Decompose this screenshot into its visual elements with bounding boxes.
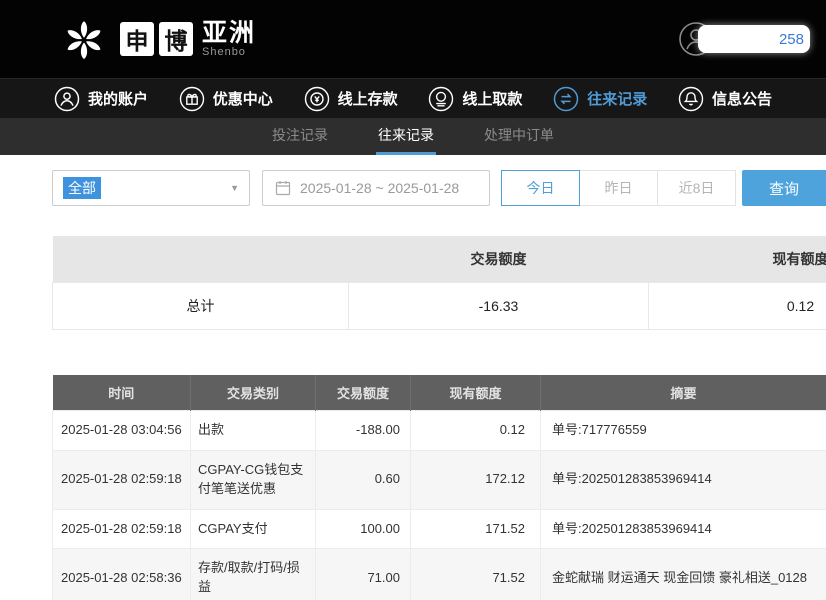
summary-header-row: 交易额度 现有额度 bbox=[53, 236, 826, 282]
cell-time: 2025-01-28 02:58:36 bbox=[53, 549, 191, 600]
date-range-value: 2025-01-28 ~ 2025-01-28 bbox=[300, 180, 459, 196]
top-header: 申 博 亚洲 Shenbo 258 bbox=[0, 0, 826, 78]
nav-announcements[interactable]: 信息公告 bbox=[678, 86, 772, 112]
user-account[interactable]: 258 bbox=[678, 21, 810, 57]
table-row: 2025-01-28 02:59:18 CGPAY-CG钱包支付笔笔送优惠 0.… bbox=[53, 450, 826, 509]
cell-amount: 0.60 bbox=[316, 450, 411, 509]
tab-transaction-records[interactable]: 往来记录 bbox=[376, 118, 436, 155]
summary-header-balance: 现有额度 bbox=[649, 236, 826, 282]
col-header-type: 交易类别 bbox=[191, 375, 316, 411]
table-row: 2025-01-28 02:58:36 存款/取款/打码/损益 71.00 71… bbox=[53, 549, 826, 600]
main-nav: 我的账户 优惠中心 线上存款 线上取款 bbox=[0, 78, 826, 118]
records-section: 时间 交易类别 交易额度 现有额度 摘要 2025-01-28 03:04:56… bbox=[52, 375, 826, 600]
cell-summary: 单号:717776559 bbox=[541, 411, 826, 451]
nav-label: 线上取款 bbox=[462, 88, 522, 109]
cell-amount: -188.00 bbox=[316, 411, 411, 451]
chevron-down-icon: ▼ bbox=[230, 183, 239, 193]
summary-table: 交易额度 现有额度 总计 -16.33 0.12 bbox=[52, 236, 826, 330]
cell-amount: 100.00 bbox=[316, 509, 411, 549]
cell-type: CGPAY支付 bbox=[191, 509, 316, 549]
bell-icon bbox=[678, 86, 704, 112]
cell-summary: 金蛇献瑞 财运通天 现金回馈 豪礼相送_0128 bbox=[541, 549, 826, 600]
calendar-icon bbox=[275, 180, 291, 196]
nav-online-withdrawal[interactable]: 线上取款 bbox=[428, 86, 522, 112]
table-row: 2025-01-28 02:59:18 CGPAY支付 100.00 171.5… bbox=[53, 509, 826, 549]
logo-subtitle: Shenbo bbox=[202, 47, 256, 59]
exchange-icon bbox=[553, 86, 579, 112]
tab-betting-records[interactable]: 投注记录 bbox=[270, 118, 330, 155]
summary-section: 交易额度 现有额度 总计 -16.33 0.12 bbox=[52, 236, 826, 330]
cell-amount: 71.00 bbox=[316, 549, 411, 600]
summary-header-transaction: 交易额度 bbox=[349, 236, 649, 282]
cell-summary: 单号:202501283853969414 bbox=[541, 509, 826, 549]
yesterday-button[interactable]: 昨日 bbox=[579, 170, 658, 206]
col-header-balance: 现有额度 bbox=[411, 375, 541, 411]
nav-label: 线上存款 bbox=[338, 88, 398, 109]
logo[interactable]: 申 博 亚洲 Shenbo bbox=[58, 13, 256, 65]
cell-time: 2025-01-28 02:59:18 bbox=[53, 509, 191, 549]
cell-summary: 单号:202501283853969414 bbox=[541, 450, 826, 509]
nav-transaction-records[interactable]: 往来记录 bbox=[553, 86, 647, 112]
logo-seal-char-2: 博 bbox=[159, 22, 193, 56]
cell-balance: 71.52 bbox=[411, 549, 541, 600]
nav-label: 我的账户 bbox=[88, 88, 148, 109]
quick-range-group: 今日 昨日 近8日 bbox=[502, 170, 736, 206]
nav-label: 优惠中心 bbox=[213, 88, 273, 109]
cell-time: 2025-01-28 03:04:56 bbox=[53, 411, 191, 451]
cell-time: 2025-01-28 02:59:18 bbox=[53, 450, 191, 509]
cell-balance: 172.12 bbox=[411, 450, 541, 509]
withdraw-coin-icon bbox=[428, 86, 454, 112]
user-icon bbox=[54, 86, 80, 112]
last-8-days-button[interactable]: 近8日 bbox=[657, 170, 736, 206]
tab-processing-orders[interactable]: 处理中订单 bbox=[482, 118, 556, 155]
search-button[interactable]: 查询 bbox=[742, 170, 826, 206]
nav-label: 往来记录 bbox=[587, 88, 647, 109]
masked-username: 258 bbox=[698, 25, 810, 53]
gift-icon bbox=[179, 86, 205, 112]
today-button[interactable]: 今日 bbox=[501, 170, 580, 206]
nav-promotions[interactable]: 优惠中心 bbox=[179, 86, 273, 112]
nav-my-account[interactable]: 我的账户 bbox=[54, 86, 148, 112]
cell-balance: 0.12 bbox=[411, 411, 541, 451]
sub-nav: 投注记录 往来记录 处理中订单 bbox=[0, 118, 826, 155]
type-select[interactable]: 全部 ▼ bbox=[52, 170, 250, 206]
records-table: 时间 交易类别 交易额度 现有额度 摘要 2025-01-28 03:04:56… bbox=[52, 375, 826, 600]
flower-logo-icon bbox=[58, 13, 110, 65]
logo-seal-char-1: 申 bbox=[120, 22, 154, 56]
summary-total-transaction: -16.33 bbox=[349, 282, 649, 329]
logo-region-text: 亚洲 bbox=[202, 20, 256, 46]
nav-online-deposit[interactable]: 线上存款 bbox=[304, 86, 398, 112]
col-header-amount: 交易额度 bbox=[316, 375, 411, 411]
table-row: 2025-01-28 03:04:56 出款 -188.00 0.12 单号:7… bbox=[53, 411, 826, 451]
username-suffix: 258 bbox=[779, 31, 804, 48]
date-range-input[interactable]: 2025-01-28 ~ 2025-01-28 bbox=[262, 170, 490, 206]
summary-total-row: 总计 -16.33 0.12 bbox=[53, 282, 826, 329]
nav-label: 信息公告 bbox=[712, 88, 772, 109]
filter-bar: 全部 ▼ 2025-01-28 ~ 2025-01-28 今日 昨日 近8日 查… bbox=[52, 170, 826, 206]
col-header-summary: 摘要 bbox=[541, 375, 826, 411]
type-select-value: 全部 bbox=[63, 177, 101, 199]
summary-header-empty bbox=[53, 236, 349, 282]
cell-type: CGPAY-CG钱包支付笔笔送优惠 bbox=[191, 450, 316, 509]
summary-total-label: 总计 bbox=[53, 282, 349, 329]
cell-balance: 171.52 bbox=[411, 509, 541, 549]
summary-total-balance: 0.12 bbox=[649, 282, 826, 329]
records-header-row: 时间 交易类别 交易额度 现有额度 摘要 bbox=[53, 375, 826, 411]
cell-type: 存款/取款/打码/损益 bbox=[191, 549, 316, 600]
cell-type: 出款 bbox=[191, 411, 316, 451]
deposit-coin-icon bbox=[304, 86, 330, 112]
col-header-time: 时间 bbox=[53, 375, 191, 411]
